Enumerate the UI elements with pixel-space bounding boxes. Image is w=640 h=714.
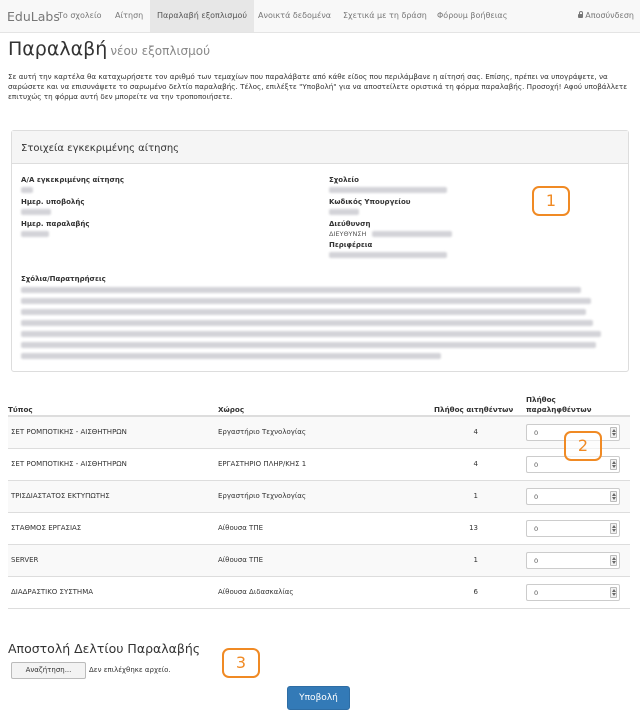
cell-requested: 6 [473, 588, 478, 596]
label-school: Σχολείο [329, 176, 359, 184]
upload-section-title: Αποστολή Δελτίου Παραλαβής [8, 641, 201, 656]
received-quantity-input[interactable]: 0 [526, 552, 620, 569]
label-submit-date: Ημερ. υποβολής [21, 198, 85, 206]
table-row: ΣΕΤ ΡΟΜΠΟΤΙΚΗΣ - ΑΙΣΘΗΤΗΡΩΝ Εργαστήριο Τ… [8, 417, 630, 449]
top-navbar: EduLabs Το σχολείο Αίτηση Παραλαβή εξοπλ… [0, 0, 640, 33]
page-title-main: Παραλαβή [8, 38, 108, 60]
redacted-region [329, 252, 447, 258]
logout-label: Αποσύνδεση [585, 11, 634, 20]
cell-type: ΣΕΤ ΡΟΜΠΟΤΙΚΗΣ - ΑΙΣΘΗΤΗΡΩΝ [11, 460, 127, 468]
label-region: Περιφέρεια [329, 241, 373, 249]
cell-space: ΕΡΓΑΣΤΗΡΙΟ ΠΛΗΡ/ΚΗΣ 1 [218, 460, 307, 468]
col-header-space: Χώρος [218, 405, 245, 414]
cell-space: Εργαστήριο Τεχνολογίας [218, 428, 306, 436]
nav-item-forum[interactable]: Φόρουμ βοήθειας [437, 11, 507, 20]
spinner-arrows-icon[interactable] [610, 459, 617, 470]
submit-button[interactable]: Υποβολή [287, 686, 350, 710]
nav-item-open-data[interactable]: Ανοικτά δεδομένα [258, 11, 331, 20]
panel-heading: Στοιχεία εγκεκριμένης αίτησης [12, 131, 628, 164]
spinner-arrows-icon[interactable] [610, 523, 617, 534]
received-quantity-input[interactable]: 0 [526, 520, 620, 537]
page-title: Παραλαβή νέου εξοπλισμού [8, 38, 210, 60]
nav-item-about[interactable]: Σχετικά με τη δράση [343, 11, 427, 20]
redacted-comments-line [21, 309, 586, 315]
redacted-comments-line [21, 353, 441, 359]
nav-item-school[interactable]: Το σχολείο [58, 11, 102, 20]
cell-space: Εργαστήριο Τεχνολογίας [218, 492, 306, 500]
spinner-arrows-icon[interactable] [610, 555, 617, 566]
received-quantity-value: 0 [534, 557, 539, 565]
redacted-comments-line [21, 342, 596, 348]
nav-item-application[interactable]: Αίτηση [115, 11, 143, 20]
spinner-arrows-icon[interactable] [610, 491, 617, 502]
cell-requested: 1 [473, 556, 478, 564]
cell-type: ΤΡΙΣΔΙΑΣΤΑΤΟΣ ΕΚΤΥΠΩΤΗΣ [11, 492, 110, 500]
redacted-comments-line [21, 320, 593, 326]
lock-icon [578, 11, 584, 18]
table-row: SERVER Αίθουσα ΤΠΕ 1 0 [8, 545, 630, 577]
received-quantity-value: 0 [534, 429, 539, 437]
redacted-comments-line [21, 331, 601, 337]
page-subtitle: νέου εξοπλισμού [110, 44, 211, 58]
logout-link[interactable]: Αποσύνδεση [578, 11, 634, 20]
redacted-ministry-code [329, 209, 359, 215]
brand-link[interactable]: EduLabs [7, 9, 60, 24]
label-aa: Α/Α εγκεκριμένης αίτησης [21, 176, 125, 184]
cell-type: ΣΤΑΘΜΟΣ ΕΡΓΑΣΙΑΣ [11, 524, 82, 532]
col-header-type: Τύπος [8, 405, 33, 414]
cell-requested: 13 [469, 524, 478, 532]
received-quantity-value: 0 [534, 493, 539, 501]
cell-requested: 4 [473, 460, 478, 468]
col-header-received-line2: παραληφθέντων [526, 405, 592, 414]
cell-type: ΣΕΤ ΡΟΜΠΟΤΙΚΗΣ - ΑΙΣΘΗΤΗΡΩΝ [11, 428, 127, 436]
redacted-submit-date [21, 209, 51, 215]
cell-type: SERVER [11, 556, 39, 564]
callout-3: 3 [222, 648, 260, 678]
redacted-comments-line [21, 298, 591, 304]
redacted-receive-date [21, 231, 49, 237]
received-quantity-value: 0 [534, 589, 539, 597]
col-header-requested: Πλήθος αιτηθέντων [434, 405, 514, 414]
label-comments: Σχόλια/Παρατηρήσεις [21, 275, 106, 283]
table-row: ΤΡΙΣΔΙΑΣΤΑΤΟΣ ΕΚΤΥΠΩΤΗΣ Εργαστήριο Τεχνο… [8, 481, 630, 513]
table-row: ΣΤΑΘΜΟΣ ΕΡΓΑΣΙΑΣ Αίθουσα ΤΠΕ 13 0 [8, 513, 630, 545]
label-receive-date: Ημερ. παραλαβής [21, 220, 90, 228]
intro-text: Σε αυτή την καρτέλα θα καταχωρήσετε τον … [8, 72, 628, 101]
cell-space: Αίθουσα ΤΠΕ [218, 524, 264, 532]
label-address: Διεύθυνση [329, 220, 371, 228]
received-quantity-value: 0 [534, 525, 539, 533]
redacted-comments-line [21, 287, 581, 293]
no-file-selected-text: Δεν επιλέχθηκε αρχείο. [89, 666, 171, 674]
cell-space: Αίθουσα Διδασκαλίας [218, 588, 294, 596]
redacted-address [372, 231, 452, 237]
nav-item-equipment-receipt[interactable]: Παραλαβή εξοπλισμού [150, 0, 254, 32]
cell-type: ΔΙΑΔΡΑΣΤΙΚΟ ΣΥΣΤΗΜΑ [11, 588, 94, 596]
cell-requested: 1 [473, 492, 478, 500]
redacted-aa [21, 187, 33, 193]
browse-file-button[interactable]: Αναζήτηση... [11, 662, 86, 679]
col-header-received-line1: Πλήθος [526, 395, 556, 404]
callout-2: 2 [564, 431, 602, 461]
panel-title: Στοιχεία εγκεκριμένης αίτησης [21, 143, 180, 154]
received-quantity-value: 0 [534, 461, 539, 469]
table-row: ΣΕΤ ΡΟΜΠΟΤΙΚΗΣ - ΑΙΣΘΗΤΗΡΩΝ ΕΡΓΑΣΤΗΡΙΟ Π… [8, 449, 630, 481]
label-ministry-code: Κωδικός Υπουργείου [329, 198, 411, 206]
address-prefix: ΔΙΕΥΘΥΝΣΗ [329, 230, 367, 238]
cell-requested: 4 [473, 428, 478, 436]
spinner-arrows-icon[interactable] [610, 587, 617, 598]
cell-space: Αίθουσα ΤΠΕ [218, 556, 264, 564]
received-quantity-input[interactable]: 0 [526, 488, 620, 505]
table-row: ΔΙΑΔΡΑΣΤΙΚΟ ΣΥΣΤΗΜΑ Αίθουσα Διδασκαλίας … [8, 577, 630, 609]
approved-application-panel: Στοιχεία εγκεκριμένης αίτησης Α/Α εγκεκρ… [11, 130, 629, 372]
spinner-arrows-icon[interactable] [610, 427, 617, 438]
received-quantity-input[interactable]: 0 [526, 584, 620, 601]
redacted-school [329, 187, 447, 193]
callout-1: 1 [532, 186, 570, 216]
